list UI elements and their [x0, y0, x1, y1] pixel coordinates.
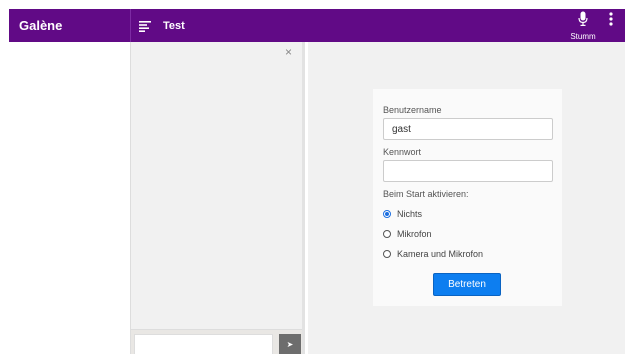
password-field[interactable] [383, 160, 553, 182]
radio-label: Kamera und Mikrofon [397, 249, 484, 259]
join-button[interactable]: Betreten [433, 273, 501, 296]
chat-panel: × ➤ [131, 42, 305, 354]
password-label: Kennwort [383, 147, 422, 157]
more-vertical-icon[interactable] [609, 12, 619, 30]
radio-button[interactable] [383, 230, 391, 238]
send-icon[interactable]: ➤ [279, 334, 301, 354]
radio-label: Mikrofon [397, 229, 432, 239]
radio-option-camera-microphone[interactable]: Kamera und Mikrofon [383, 249, 552, 259]
mute-button[interactable]: Stumm [565, 11, 601, 41]
main-area: Benutzername Kennwort Beim Start aktivie… [308, 42, 625, 354]
radio-button[interactable] [383, 210, 391, 218]
menu-icon[interactable] [139, 19, 155, 33]
user-list-panel [9, 42, 131, 354]
username-label: Benutzername [383, 105, 442, 115]
radio-label: Nichts [397, 209, 423, 219]
radio-button[interactable] [383, 250, 391, 258]
chat-footer: ➤ [131, 329, 302, 354]
login-form: Benutzername Kennwort Beim Start aktivie… [373, 89, 562, 306]
top-bar: Galène Test Stumm [9, 9, 625, 42]
close-icon[interactable]: × [285, 45, 292, 59]
mute-label: Stumm [570, 32, 596, 41]
start-options-label: Beim Start aktivieren: [383, 189, 469, 199]
username-field[interactable] [383, 118, 553, 140]
radio-option-microphone[interactable]: Mikrofon [383, 229, 552, 239]
radio-option-nothing[interactable]: Nichts [383, 209, 552, 219]
app-brand: Galène [9, 9, 131, 42]
room-header: Test [131, 9, 625, 42]
chat-input[interactable] [134, 334, 273, 354]
room-title: Test [163, 19, 185, 32]
microphone-icon [578, 11, 588, 32]
